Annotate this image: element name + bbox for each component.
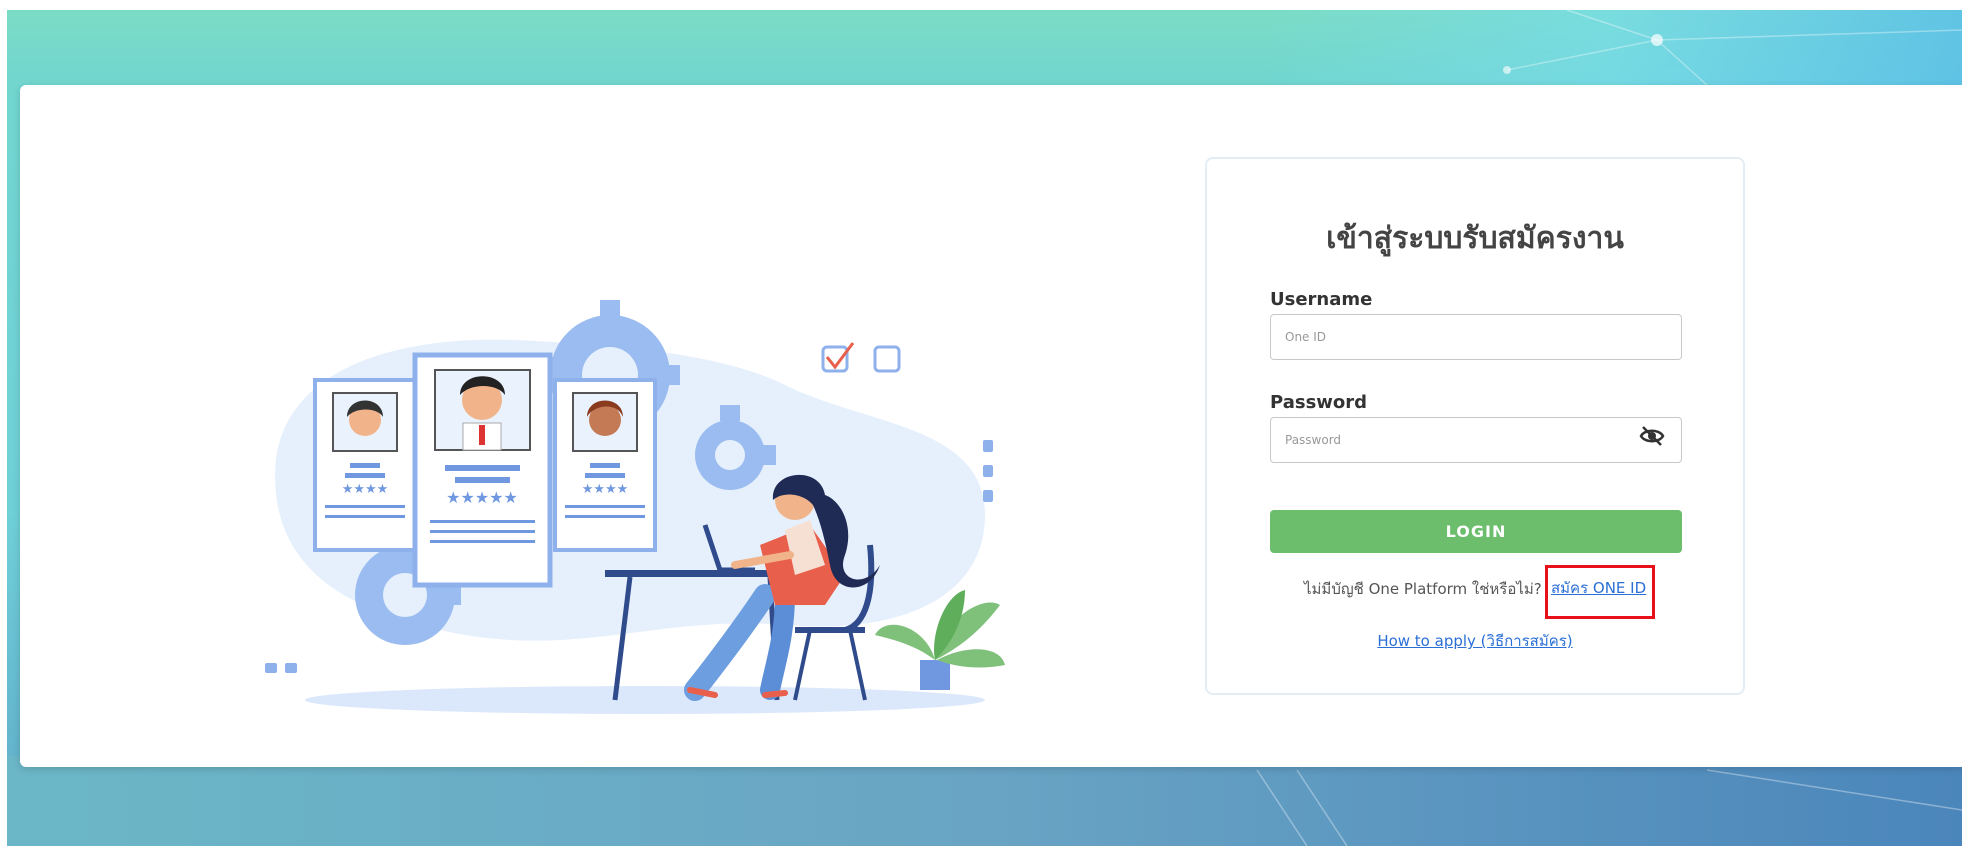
main-card: ★★★★ ★★★★ ★★★★★ เข้าสู่ระบบรับสมัครงาน U… <box>20 85 1962 767</box>
login-title: เข้าสู่ระบบรับสมัครงาน <box>1326 221 1624 256</box>
no-account-text: ไม่มีบัญชี One Platform ใช่หรือไม่? <box>1304 580 1542 598</box>
how-to-apply-link[interactable]: How to apply (วิธีการสมัคร) <box>1207 629 1743 653</box>
login-panel: เข้าสู่ระบบรับสมัครงาน Username Password… <box>1205 157 1745 695</box>
signup-one-id-link[interactable]: สมัคร ONE ID <box>1551 576 1646 600</box>
svg-text:★★★★: ★★★★ <box>582 482 629 497</box>
password-label: Password <box>1270 392 1368 413</box>
username-input[interactable] <box>1270 314 1682 360</box>
login-button[interactable]: LOGIN <box>1270 510 1682 553</box>
password-input[interactable] <box>1270 417 1682 463</box>
eye-slash-icon[interactable] <box>1639 425 1665 447</box>
recruitment-illustration: ★★★★ ★★★★ ★★★★★ <box>265 300 1005 714</box>
svg-text:★★★★: ★★★★ <box>342 482 389 497</box>
username-label: Username <box>1270 289 1373 310</box>
svg-text:★★★★★: ★★★★★ <box>446 488 518 507</box>
